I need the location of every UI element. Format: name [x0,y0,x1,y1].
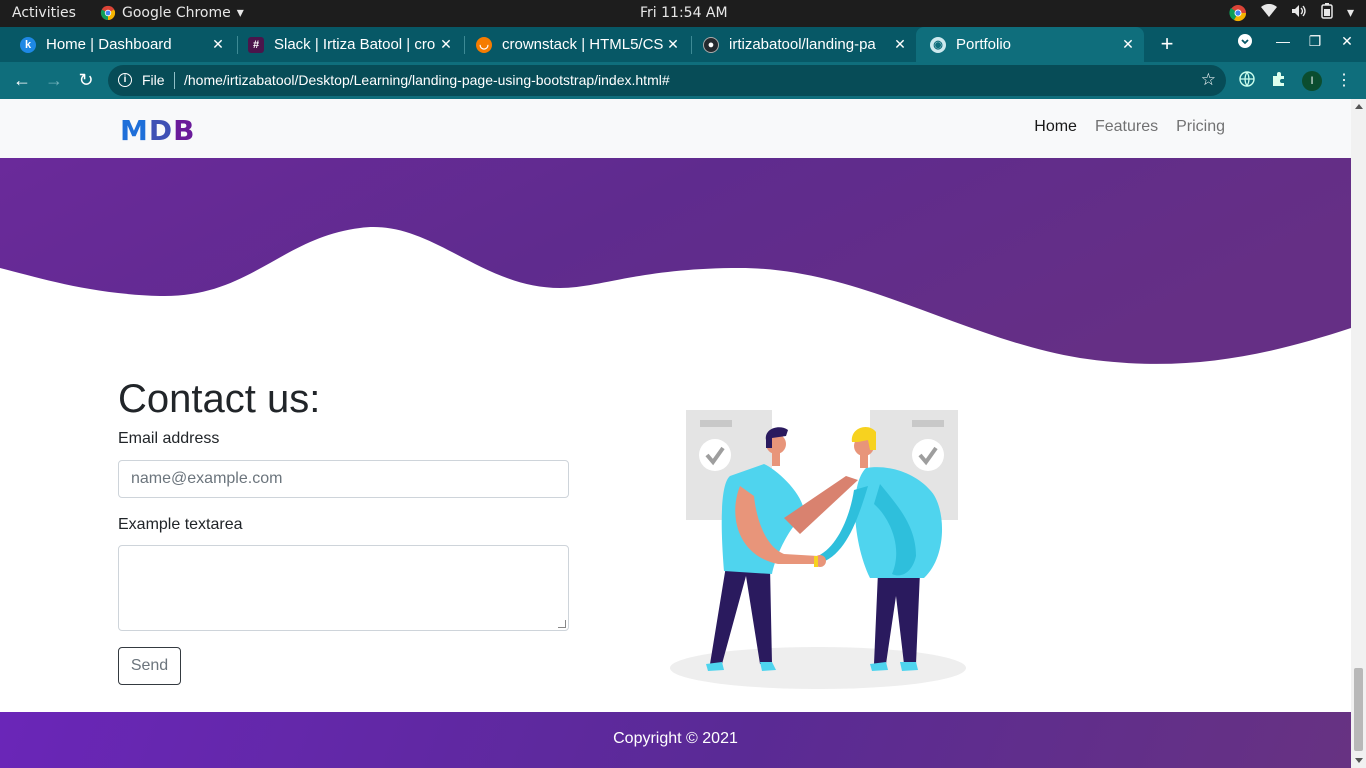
page-viewport: MDB Home Features Pricing Contact us: Em… [0,99,1351,768]
message-textarea[interactable] [118,545,569,631]
email-label: Email address [118,430,220,447]
crownstack-icon: ◡ [476,36,492,53]
forward-icon[interactable]: → [42,68,66,92]
textarea-label: Example textarea [118,516,243,533]
reload-icon[interactable]: ↻ [74,68,98,92]
scrollbar-thumb[interactable] [1354,668,1363,751]
minimize-icon[interactable]: — [1272,33,1294,49]
contact-form: Contact us: Email address name@example.c… [118,375,569,685]
maximize-icon[interactable]: ❐ [1304,33,1326,50]
address-bar[interactable]: i File /home/irtizabatool/Desktop/Learni… [108,65,1226,96]
extensions-puzzle-icon[interactable] [1270,71,1288,89]
chevron-down-icon: ▾ [236,5,244,21]
bookmark-star-icon[interactable]: ☆ [1201,70,1216,90]
page-scrollbar[interactable] [1351,99,1366,768]
tab-title: irtizabatool/landing-pa [729,36,876,53]
hero-wave-background [0,158,1351,364]
github-icon: ● [703,36,719,53]
tab-title: Home | Dashboard [46,36,172,53]
back-icon[interactable]: ← [10,68,34,92]
activities-button[interactable]: Activities [12,5,76,21]
globe-extension-icon[interactable] [1238,71,1256,89]
site-navbar: MDB Home Features Pricing [0,99,1351,158]
nav-features-link[interactable]: Features [1095,118,1158,136]
handshake-illustration [670,410,966,689]
info-icon[interactable]: i [118,73,132,87]
close-icon[interactable]: ✕ [892,36,908,52]
slack-icon: # [248,36,264,53]
window-close-icon[interactable]: ✕ [1336,33,1358,50]
chrome-tray-icon [1229,5,1246,22]
scroll-down-icon[interactable] [1355,758,1363,763]
resize-handle-icon[interactable] [558,620,566,628]
close-icon[interactable]: ✕ [1120,36,1136,52]
footer: Copyright © 2021 [0,712,1351,768]
globe-icon: ◉ [930,36,946,53]
profile-avatar[interactable]: I [1302,71,1322,91]
email-field[interactable]: name@example.com [118,460,569,498]
send-button[interactable]: Send [118,647,181,685]
tab-portfolio[interactable]: ◉ Portfolio ✕ [916,27,1144,62]
tab-crownstack[interactable]: ◡ crownstack | HTML5/CS ✕ [462,27,689,62]
close-icon[interactable]: ✕ [665,36,681,52]
logo-letter-d: D [148,114,174,147]
scroll-up-icon[interactable] [1355,104,1363,109]
close-icon[interactable]: ✕ [438,36,454,52]
nav-links: Home Features Pricing [1034,118,1225,136]
url-text[interactable]: /home/irtizabatool/Desktop/Learning/land… [184,72,670,88]
divider [174,72,175,89]
logo-letter-b: B [173,114,196,147]
browser-toolbar: ← → ↻ i File /home/irtizabatool/Desktop/… [0,62,1366,99]
copyright-text: Copyright © 2021 [613,730,738,747]
nav-pricing-link[interactable]: Pricing [1176,118,1225,136]
close-icon[interactable]: ✕ [210,36,226,52]
mdb-logo[interactable]: MDB [120,114,195,147]
wifi-icon [1260,3,1277,22]
app-menu-label: Google Chrome [122,5,231,21]
tab-search-icon[interactable] [1234,33,1256,52]
system-tray[interactable]: ▾ [1229,3,1354,23]
chevron-down-icon: ▾ [1346,5,1354,21]
nav-home-link[interactable]: Home [1034,118,1077,136]
contact-heading: Contact us: [118,377,321,421]
new-tab-button[interactable]: + [1156,33,1178,56]
system-top-bar: Activities Google Chrome ▾ Fri 11:54 AM … [0,0,1366,27]
tab-title: Slack | Irtiza Batool | cro [274,36,436,53]
tab-title: crownstack | HTML5/CS [502,36,664,53]
logo-letter-m: M [120,114,149,147]
clock[interactable]: Fri 11:54 AM [640,5,728,21]
tab-home-dashboard[interactable]: k Home | Dashboard ✕ [6,27,234,62]
volume-icon [1291,4,1307,22]
tab-github[interactable]: ● irtizabatool/landing-pa ✕ [689,27,916,62]
battery-icon [1321,3,1333,23]
tab-slack[interactable]: # Slack | Irtiza Batool | cro ✕ [234,27,462,62]
chrome-icon [100,5,116,21]
tab-title: Portfolio [956,36,1012,53]
url-scheme: File [142,72,165,88]
k-letter-icon: k [20,36,36,53]
menu-kebab-icon[interactable]: ⋮ [1336,70,1352,90]
app-menu[interactable]: Google Chrome ▾ [100,5,244,21]
